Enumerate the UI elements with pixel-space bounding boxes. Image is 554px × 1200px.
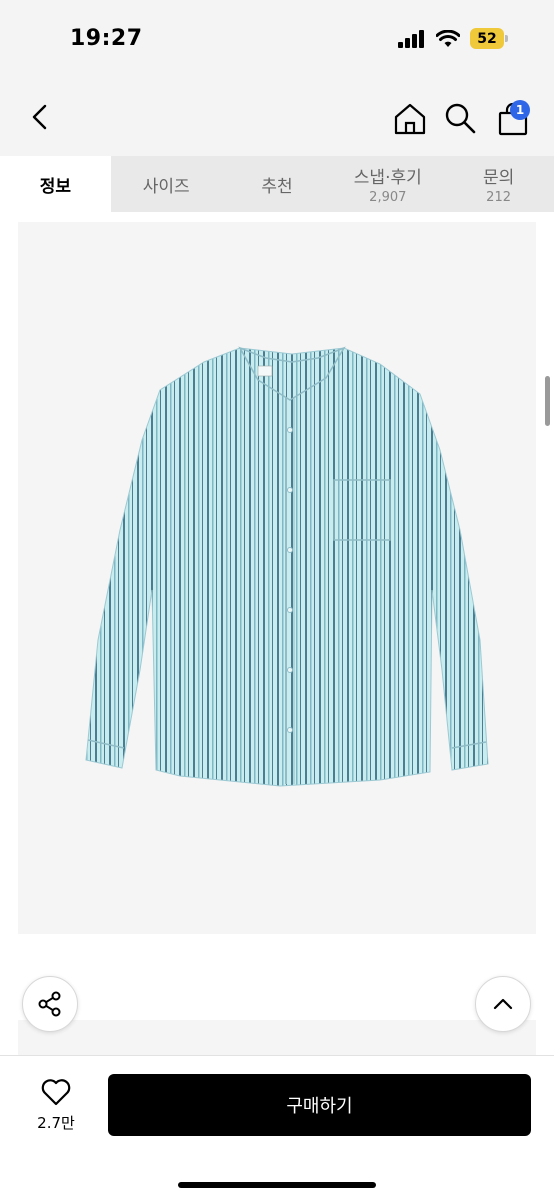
status-time: 19:27 <box>70 26 143 51</box>
tab-inquiry[interactable]: 문의 212 <box>443 156 554 212</box>
tab-label: 스냅·후기 <box>353 168 422 188</box>
nav-bar <box>0 78 554 156</box>
back-icon[interactable] <box>26 102 56 132</box>
tab-count: 2,907 <box>369 190 407 205</box>
tab-label: 정보 <box>39 176 72 197</box>
battery-level: 52 <box>470 28 504 49</box>
status-bar: 19:27 52 <box>0 0 554 78</box>
search-icon[interactable] <box>444 102 476 134</box>
striped-shirt-image <box>85 346 489 787</box>
cellular-signal-icon <box>398 29 424 48</box>
tab-snap-review[interactable]: 스냅·후기 2,907 <box>332 156 443 212</box>
cart-count-badge: 1 <box>510 100 530 120</box>
bottom-action-bar: 2.7만 구매하기 <box>0 1055 554 1200</box>
heart-icon <box>41 1079 71 1106</box>
buy-button[interactable]: 구매하기 <box>108 1074 531 1136</box>
wifi-icon <box>436 29 460 47</box>
next-section-preview <box>18 1020 536 1056</box>
tab-count: 212 <box>486 190 511 205</box>
share-icon <box>38 991 61 1017</box>
battery-icon: 52 <box>470 28 508 49</box>
scroll-to-top-button[interactable] <box>475 976 531 1032</box>
tab-info[interactable]: 정보 <box>0 156 111 212</box>
chevron-up-icon <box>493 998 513 1010</box>
like-count: 2.7만 <box>37 1114 75 1132</box>
tab-size[interactable]: 사이즈 <box>111 156 222 212</box>
scrollbar[interactable] <box>545 376 550 426</box>
product-image[interactable] <box>18 222 536 934</box>
tab-label: 추천 <box>261 176 293 197</box>
home-indicator <box>178 1182 376 1188</box>
tab-recommend[interactable]: 추천 <box>222 156 333 212</box>
tab-bar: 정보 사이즈 추천 스냅·후기 2,907 문의 212 <box>0 156 554 212</box>
tab-label: 문의 <box>482 168 515 188</box>
status-icons: 52 <box>398 28 508 49</box>
tab-label: 사이즈 <box>142 176 190 197</box>
home-icon[interactable] <box>393 102 427 136</box>
share-button[interactable] <box>22 976 78 1032</box>
like-button[interactable]: 2.7만 <box>28 1078 84 1133</box>
